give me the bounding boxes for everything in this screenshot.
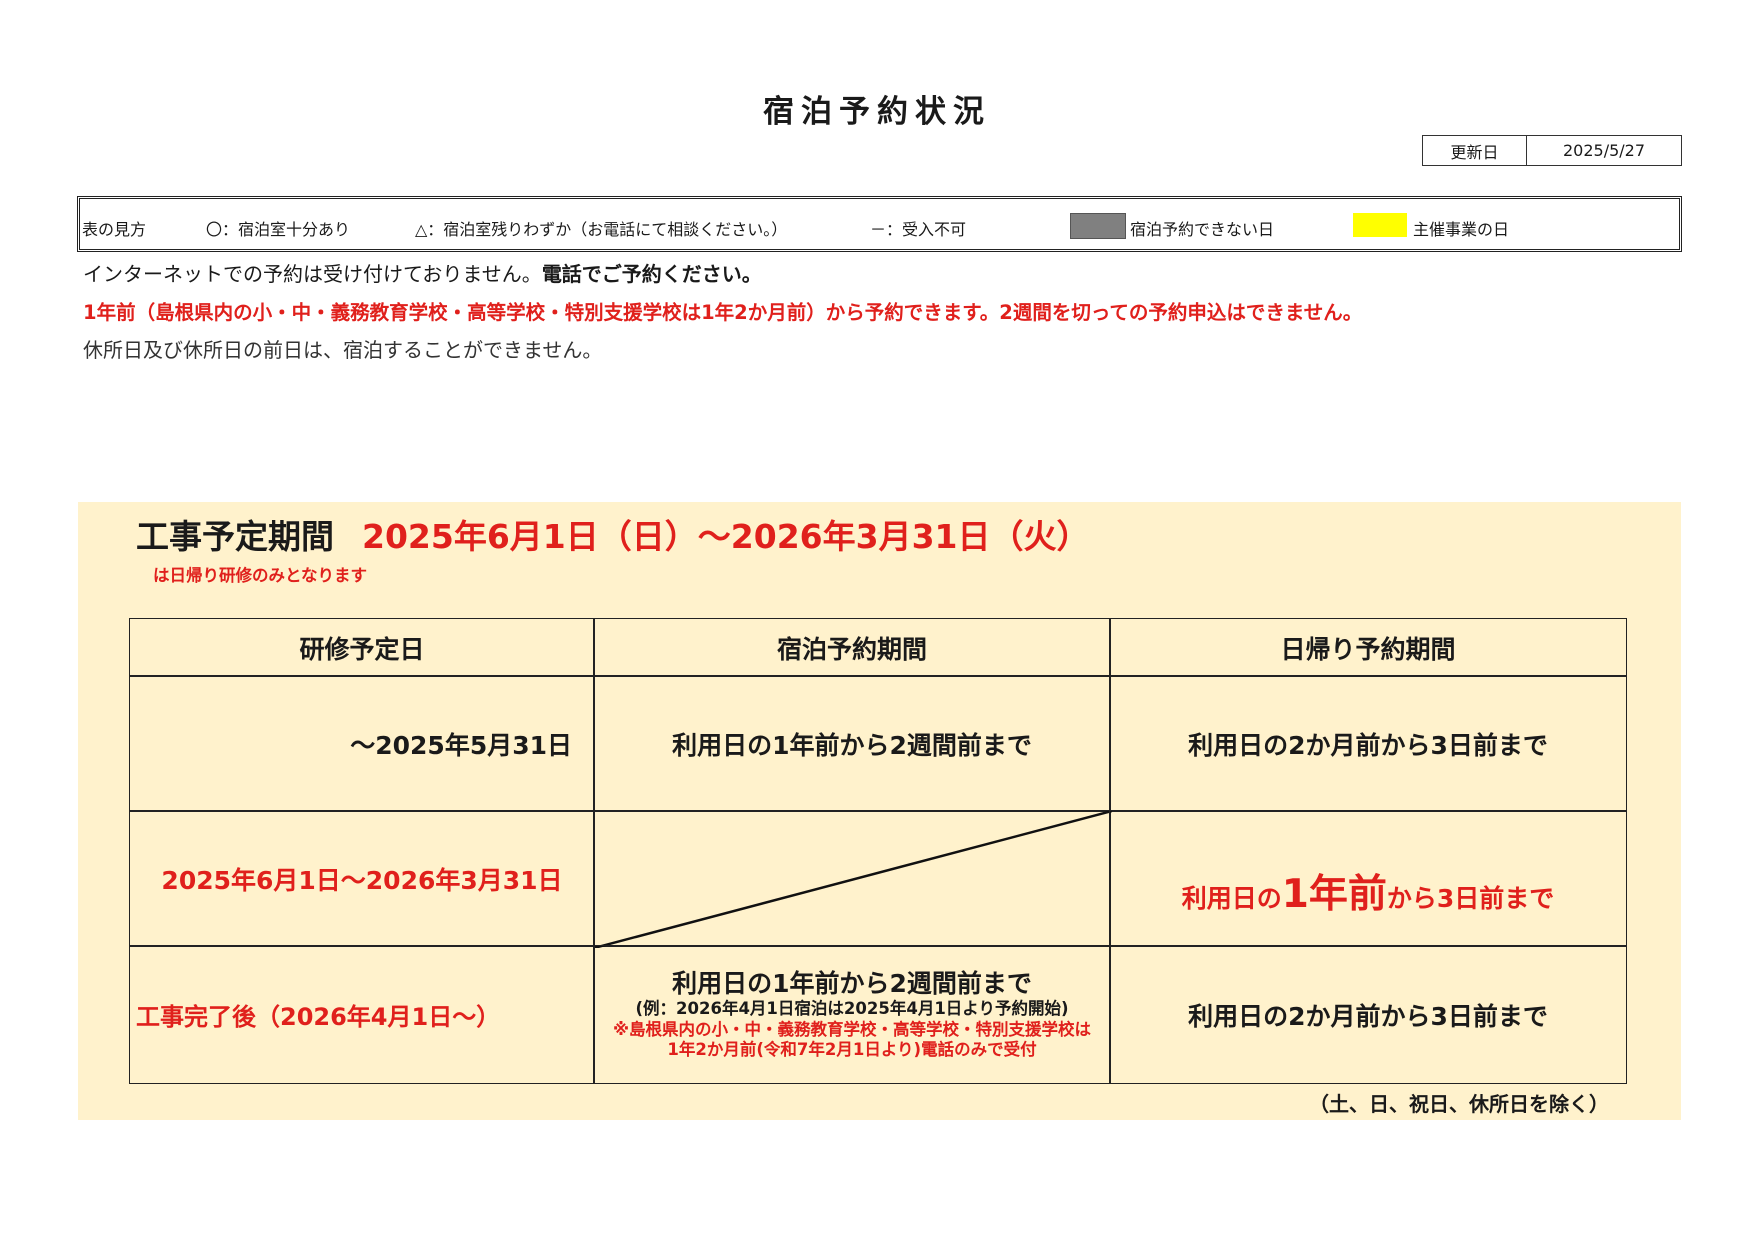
event-swatch: [1353, 213, 1407, 237]
legend-unavailable: －：受入不可: [870, 220, 967, 239]
row3-day: 利用日の2か月前から3日前まで: [1109, 945, 1627, 1084]
legend-no-stay: 宿泊予約できない日: [1130, 220, 1275, 239]
row2-stay-na: [593, 810, 1112, 948]
phone-note-text: 電話でご予約ください。: [541, 262, 762, 286]
header-training-date: 研修予定日: [129, 618, 595, 677]
row2-date: 2025年6月1日～2026年3月31日: [129, 810, 595, 947]
excluded-days-note: （土、日、祝日、休所日を除く）: [1309, 1092, 1609, 1116]
row2-day-pre: 利用日の: [1181, 884, 1282, 913]
internet-note: インターネットでの予約は受け付けておりません。電話でご予約ください。: [83, 258, 762, 287]
row1-stay: 利用日の1年前から2週間前まで: [593, 675, 1111, 812]
row3-stay: 利用日の1年前から2週間前まで (例：2026年4月1日宿泊は2025年4月1日…: [593, 945, 1111, 1084]
day-trip-only-note: は日帰り研修のみとなります: [153, 566, 368, 585]
row1-date: ～2025年5月31日: [129, 675, 595, 812]
row2-day-big: 1年前: [1281, 872, 1387, 917]
construction-dates: 2025年6月1日（日）～2026年3月31日（火）: [362, 517, 1090, 556]
header-day-period: 日帰り予約期間: [1109, 618, 1627, 677]
legend-few: △：宿泊室残りわずか（お電話にて相談ください。）: [415, 220, 788, 239]
page-title: 宿泊予約状況: [763, 94, 991, 130]
closed-note: 休所日及び休所日の前日は、宿泊することができません。: [83, 338, 603, 362]
construction-label: 工事予定期間: [136, 517, 334, 556]
row3-stay-note1: ※島根県内の小・中・義務教育学校・高等学校・特別支援学校は: [612, 1019, 1092, 1039]
update-date-value: 2025/5/27: [1562, 141, 1646, 160]
diagonal-slash: [594, 811, 1112, 948]
internet-note-text: インターネットでの予約は受け付けておりません。: [83, 262, 542, 286]
header-stay-period: 宿泊予約期間: [593, 618, 1111, 677]
no-stay-swatch: [1070, 213, 1126, 239]
update-date-label: 更新日: [1423, 136, 1527, 165]
row2-day: 利用日の 1年前 から3日前まで: [1109, 810, 1627, 947]
row3-stay-main: 利用日の1年前から2週間前まで: [672, 968, 1032, 998]
legend-box: 表の見方 〇：宿泊室十分あり △：宿泊室残りわずか（お電話にて相談ください。） …: [77, 196, 1682, 252]
legend-available: 〇：宿泊室十分あり: [206, 220, 351, 239]
row2-day-post: から3日前まで: [1386, 884, 1555, 913]
legend-event: 主催事業の日: [1413, 220, 1510, 239]
row3-date: 工事完了後（2026年4月1日～）: [129, 945, 595, 1084]
row1-day: 利用日の2か月前から3日前まで: [1109, 675, 1627, 812]
advance-note: 1年前（島根県内の小・中・義務教育学校・高等学校・特別支援学校は1年2か月前）か…: [83, 301, 1363, 324]
reservation-table: 研修予定日 宿泊予約期間 日帰り予約期間 ～2025年5月31日 利用日の1年前…: [129, 618, 1627, 1084]
row3-stay-note2: 1年2か月前(令和7年2月1日より)電話のみで受付: [667, 1040, 1037, 1060]
construction-period: 工事予定期間 2025年6月1日（日）～2026年3月31日（火）: [136, 510, 1090, 558]
row3-stay-example: (例：2026年4月1日宿泊は2025年4月1日より予約開始): [635, 999, 1069, 1019]
update-date-box: 更新日 2025/5/27: [1422, 135, 1682, 166]
legend-heading: 表の見方: [82, 220, 147, 239]
